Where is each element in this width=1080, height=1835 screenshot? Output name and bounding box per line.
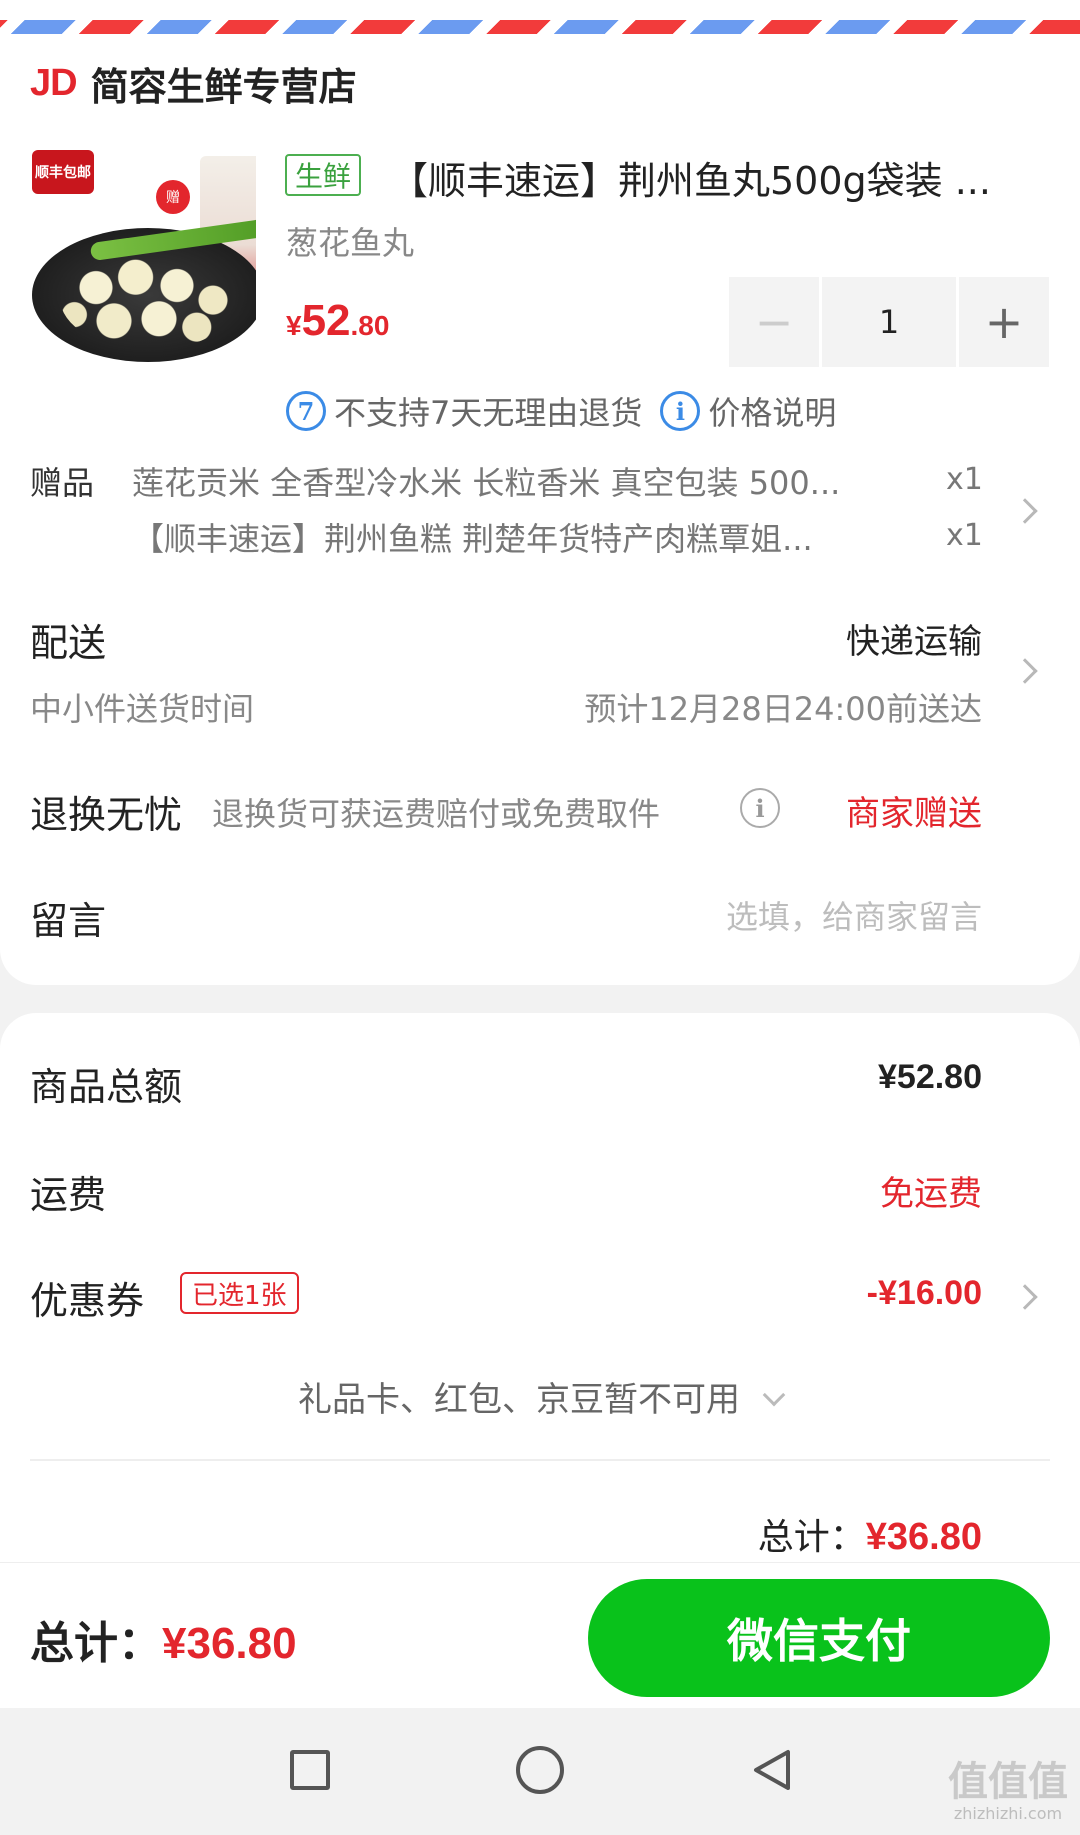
shipping-value: 免运费 [880,1174,982,1214]
info-icon[interactable]: i [660,391,701,431]
checkout-bar: 总计：¥36.80 微信支付 [0,1562,1080,1708]
subtotal-label: 总计： [757,1517,866,1558]
price-note-link[interactable]: 价格说明 [708,388,836,434]
price-currency: ¥ [286,310,302,341]
gift-label: 赠品 [30,464,95,502]
coupon-label: 优惠券 [30,1279,145,1323]
checkout-total: 总计：¥36.80 [30,1607,297,1671]
wechat-pay-button[interactable]: 微信支付 [588,1579,1050,1697]
unavailable-note: 礼品卡、红包、京豆暂不可用 [298,1380,740,1420]
delivery-label: 配送 [30,621,107,665]
gift-item-2[interactable]: 【顺丰速运】荆州鱼糕 荆楚年货特产肉糕覃姐... [132,514,904,560]
sf-express-badge: 顺丰包邮 [32,150,94,194]
goods-total-label: 商品总额 [30,1065,183,1109]
decrease-quantity-button[interactable]: − [729,277,819,367]
gift-chevron-right-icon[interactable] [1012,498,1038,524]
no-return-icon: 7 [286,391,326,431]
fish-balls-graphic [60,246,240,350]
order-card: JD 简容生鲜专营店 顺丰包邮 赠 生鲜 【顺丰速运】荆州鱼丸500g袋装 ..… [0,0,1080,985]
shipping-label: 运费 [30,1173,107,1217]
divider [30,1459,1050,1461]
system-nav-bar: 值值值 zhizhizhi.com [0,1708,1080,1835]
airmail-stripe [0,20,1080,34]
checkout-total-amount: ¥36.80 [162,1619,297,1668]
home-icon[interactable] [516,1746,564,1794]
product-price: ¥52.80 [286,296,389,346]
checkout-total-label: 总计： [30,1618,162,1669]
store-name: 简容生鲜专营店 [90,64,357,109]
policy-row: 7 不支持7天无理由退货 i 价格说明 [286,388,836,434]
gift-item-1-qty: x1 [946,462,983,497]
recent-apps-icon[interactable] [290,1750,330,1790]
delivery-chevron-right-icon[interactable] [1012,658,1038,684]
return-service-desc: 退换货可获运费赔付或免费取件 [212,795,661,833]
quantity-value[interactable]: 1 [822,277,956,367]
product-title[interactable]: 【顺丰速运】荆州鱼丸500g袋装 ... [390,150,1030,205]
gift-item-1[interactable]: 莲花贡米 全香型冷水米 长粒香米 真空包装 500... [132,458,904,504]
message-label: 留言 [30,899,107,943]
delivery-method[interactable]: 快递运输 [846,614,982,663]
product-image[interactable]: 顺丰包邮 赠 [30,144,256,370]
subtotal-amount: ¥36.80 [865,1516,982,1558]
delivery-eta: 预计12月28日24:00前送达 [584,690,982,728]
gift-item-2-qty: x1 [946,518,983,553]
fresh-tag: 生鲜 [285,154,362,196]
chevron-down-icon [762,1383,786,1407]
store-header[interactable]: JD 简容生鲜专营店 [30,58,357,109]
price-decimal: .80 [350,310,390,341]
watermark-main: 值值值 [948,1759,1068,1805]
product-spec: 葱花鱼丸 [286,224,415,262]
watermark: 值值值 zhizhizhi.com [948,1762,1068,1822]
return-service-status: 商家赠送 [846,794,982,834]
increase-quantity-button[interactable]: + [959,277,1049,367]
quantity-stepper: − 1 + [729,277,1049,367]
goods-total-value: ¥52.80 [878,1058,982,1096]
coupon-value[interactable]: -¥16.00 [867,1274,982,1313]
jd-logo: JD [30,61,78,104]
delivery-sub-label: 中小件送货时间 [30,690,255,728]
unavailable-payments[interactable]: 礼品卡、红包、京豆暂不可用 [0,1372,1080,1421]
return-info-icon[interactable]: i [740,788,780,828]
back-icon[interactable] [748,1746,796,1794]
return-service-label: 退换无忧 [30,793,183,837]
message-input[interactable]: 选填，给商家留言 [726,892,982,938]
subtotal: 总计：¥36.80 [758,1508,982,1560]
watermark-sub: zhizhizhi.com [953,1804,1063,1823]
no-return-text: 不支持7天无理由退货 [334,394,643,432]
gift-sticker: 赠 [156,180,190,214]
coupon-selected-badge: 已选1张 [180,1272,299,1314]
price-integer: 52 [301,296,351,345]
